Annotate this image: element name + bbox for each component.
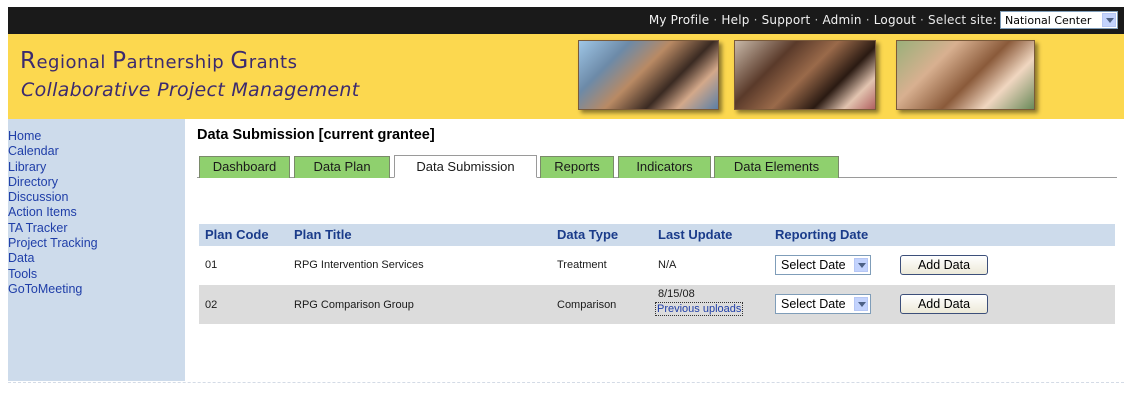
sidebar-item-directory[interactable]: Directory [8,175,98,190]
select-site-label: Select site: [928,13,997,27]
chevron-down-icon[interactable] [1102,13,1116,27]
reporting-date-select[interactable]: Select Date [775,255,871,275]
plan-title-cell: RPG Intervention Services [294,259,424,271]
sidebar-item-ta-tracker[interactable]: TA Tracker [8,221,98,236]
sidebar-item-tools[interactable]: Tools [8,267,98,282]
sidebar-item-data[interactable]: Data [8,251,98,266]
col-header-last-update[interactable]: Last Update [658,227,732,242]
plan-code-cell: 01 [205,259,218,271]
col-header-reporting-date[interactable]: Reporting Date [775,227,868,242]
admin-link[interactable]: Admin [822,13,861,27]
add-data-button[interactable]: Add Data [900,255,988,275]
tab-data-elements[interactable]: Data Elements [714,156,839,178]
reporting-date-value: Select Date [781,297,846,311]
family-photo-3 [896,40,1035,110]
sidebar-item-discussion[interactable]: Discussion [8,190,98,205]
last-update-cell: N/A [658,259,677,271]
tab-dashboard[interactable]: Dashboard [199,156,290,178]
site-select[interactable]: National Center [1000,11,1118,29]
table-row: 01 RPG Intervention Services Treatment N… [199,246,1115,284]
help-link[interactable]: Help [721,13,749,27]
sidebar-item-home[interactable]: Home [8,129,98,144]
reporting-date-select[interactable]: Select Date [775,294,871,314]
sidebar: Home Calendar Library Directory Discussi… [8,119,185,381]
plan-title-cell: RPG Comparison Group [294,299,414,311]
logout-link[interactable]: Logout [874,13,916,27]
family-photo-2 [734,40,876,110]
sidebar-item-calendar[interactable]: Calendar [8,144,98,159]
tab-data-submission[interactable]: Data Submission [394,155,537,178]
my-profile-link[interactable]: My Profile [649,13,710,27]
sidebar-item-project-tracking[interactable]: Project Tracking [8,236,98,251]
sidebar-item-action-items[interactable]: Action Items [8,205,98,220]
top-links: My Profile · Help · Support · Admin · Logout · Sel… [648,13,997,27]
previous-uploads-link[interactable]: Previous uploads [655,302,744,316]
brand-title[interactable]: Regional Partnership Grants [20,48,297,74]
chevron-down-icon[interactable] [854,258,868,272]
tab-reports[interactable]: Reports [540,156,614,178]
reporting-date-value: Select Date [781,258,846,272]
add-data-button[interactable]: Add Data [900,294,988,314]
last-update-cell: 8/15/08 [658,288,695,300]
plan-code-cell: 02 [205,299,218,311]
data-type-cell: Treatment [557,259,607,271]
family-photo-1 [578,40,719,110]
support-link[interactable]: Support [762,13,811,27]
top-bar: My Profile · Help · Support · Admin · Logout · Sel… [8,7,1124,34]
col-header-plan-title[interactable]: Plan Title [294,227,352,242]
table-header: Plan Code Plan Title Data Type Last Upda… [199,224,1115,246]
site-header: Regional Partnership Grants Collaborativ… [8,34,1124,119]
chevron-down-icon[interactable] [854,297,868,311]
col-header-data-type[interactable]: Data Type [557,227,618,242]
site-select-value: National Center [1005,14,1092,27]
sidebar-nav: Home Calendar Library Directory Discussi… [8,129,98,297]
brand-subtitle: Collaborative Project Management [21,79,360,101]
tab-data-plan[interactable]: Data Plan [294,156,390,178]
col-header-plan-code[interactable]: Plan Code [205,227,269,242]
sidebar-item-library[interactable]: Library [8,160,98,175]
page-title: Data Submission [current grantee] [197,127,435,143]
tab-indicators[interactable]: Indicators [618,156,711,178]
sidebar-item-gotomeeting[interactable]: GoToMeeting [8,282,98,297]
data-type-cell: Comparison [557,299,617,311]
footer-divider [8,382,1124,383]
table-row: 02 RPG Comparison Group Comparison 8/15/… [199,285,1115,324]
